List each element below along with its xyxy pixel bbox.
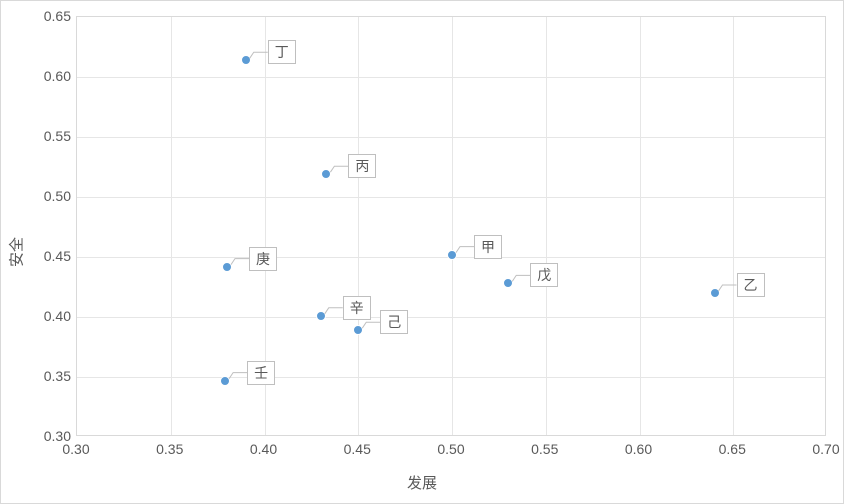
x-tick-label: 0.70: [812, 441, 839, 457]
x-tick-label: 0.40: [250, 441, 277, 457]
gridline-h: [77, 137, 825, 138]
gridline-v: [640, 17, 641, 435]
data-point: [241, 55, 251, 65]
y-tick-label: 0.55: [39, 128, 71, 144]
gridline-v: [733, 17, 734, 435]
gridline-v: [452, 17, 453, 435]
data-label: 己: [380, 310, 408, 334]
data-point: [316, 311, 326, 321]
data-label: 甲: [474, 235, 502, 259]
x-tick-label: 0.50: [437, 441, 464, 457]
gridline-v: [546, 17, 547, 435]
x-axis-label: 发展: [407, 472, 437, 493]
data-label: 丙: [348, 154, 376, 178]
data-label: 辛: [343, 296, 371, 320]
y-tick-label: 0.60: [39, 68, 71, 84]
x-tick-label: 0.45: [344, 441, 371, 457]
data-label: 壬: [247, 361, 275, 385]
x-tick-label: 0.60: [625, 441, 652, 457]
y-tick-label: 0.40: [39, 308, 71, 324]
y-tick-label: 0.45: [39, 248, 71, 264]
data-label: 戊: [530, 263, 558, 287]
data-point: [447, 250, 457, 260]
gridline-v: [171, 17, 172, 435]
chart-container: 安全 发展 甲乙 丙 丁戊己 庚辛壬 0.30 0.35 0.40 0.45 0.50 0.55…: [0, 0, 844, 504]
gridline-v: [358, 17, 359, 435]
x-tick-label: 0.35: [156, 441, 183, 457]
plot-area: 甲乙 丙 丁戊己 庚辛壬: [76, 16, 826, 436]
gridline-h: [77, 197, 825, 198]
gridline-h: [77, 317, 825, 318]
data-point: [220, 376, 230, 386]
data-point: [503, 278, 513, 288]
data-point: [222, 262, 232, 272]
gridline-h: [77, 77, 825, 78]
y-axis-label: 安全: [6, 237, 27, 267]
data-point: [353, 325, 363, 335]
data-point: [321, 169, 331, 179]
gridline-h: [77, 377, 825, 378]
data-label: 丁: [268, 40, 296, 64]
data-label: 庚: [249, 247, 277, 271]
y-tick-label: 0.65: [39, 8, 71, 24]
x-tick-label: 0.55: [531, 441, 558, 457]
y-tick-label: 0.50: [39, 188, 71, 204]
y-tick-label: 0.30: [39, 428, 71, 444]
y-tick-label: 0.35: [39, 368, 71, 384]
data-label: 乙: [737, 273, 765, 297]
x-tick-label: 0.65: [719, 441, 746, 457]
data-point: [710, 288, 720, 298]
